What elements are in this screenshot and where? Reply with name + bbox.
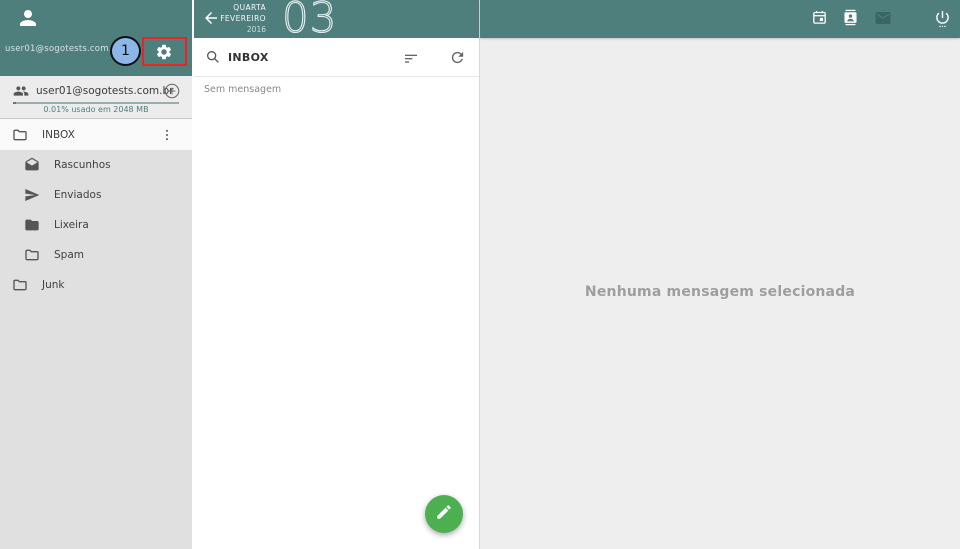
annotation-step-number: 1 bbox=[121, 43, 130, 59]
folder-outline-icon bbox=[24, 247, 40, 263]
viewer-toolbar bbox=[480, 0, 960, 38]
account-row[interactable]: user01@sogotests.com.br bbox=[0, 80, 192, 102]
folder-label: Spam bbox=[54, 249, 84, 261]
date-block: QUARTA FEVEREIRO 2016 bbox=[194, 3, 266, 34]
folder-outline-icon bbox=[12, 277, 28, 293]
sidebar-item-enviados[interactable]: Enviados bbox=[0, 180, 192, 210]
folder-outline-icon bbox=[12, 127, 28, 143]
contacts-icon[interactable] bbox=[842, 9, 861, 30]
date-weekday: QUARTA bbox=[194, 3, 266, 12]
sidebar-item-rascunhos[interactable]: Rascunhos bbox=[0, 150, 192, 180]
folder-filled-icon bbox=[24, 217, 40, 233]
viewer-empty-text: Nenhuma mensagem selecionada bbox=[480, 284, 960, 300]
annotation-highlight-rect bbox=[142, 37, 187, 66]
folder-label: Rascunhos bbox=[54, 159, 111, 171]
people-icon bbox=[13, 83, 29, 99]
refresh-icon[interactable] bbox=[449, 49, 466, 66]
power-icon[interactable] bbox=[934, 9, 953, 30]
person-icon bbox=[16, 6, 40, 30]
annotation-step-badge: 1 bbox=[110, 36, 141, 66]
drafts-icon bbox=[24, 157, 40, 173]
quota-usage-text: 0.01% usado em 2048 MB bbox=[0, 105, 192, 114]
sogo-mail-app: user01@sogotests.com.br 1 user01@sogotes… bbox=[0, 0, 960, 549]
send-icon bbox=[24, 187, 40, 203]
folder-label: Junk bbox=[42, 279, 65, 291]
account-email: user01@sogotests.com.br bbox=[36, 85, 173, 97]
message-list-empty-text: Sem mensagem bbox=[204, 84, 281, 95]
sort-icon[interactable] bbox=[403, 50, 419, 66]
message-viewer-panel: Nenhuma mensagem selecionada bbox=[480, 0, 960, 549]
calendar-icon[interactable] bbox=[811, 9, 830, 30]
date-month: FEVEREIRO bbox=[194, 14, 266, 23]
account-block: user01@sogotests.com.br 0.01% usado em 2… bbox=[0, 76, 192, 118]
mail-icon[interactable] bbox=[874, 9, 893, 30]
sidebar-item-spam[interactable]: Spam bbox=[0, 240, 192, 270]
folder-label: INBOX bbox=[42, 129, 75, 141]
folder-label: Enviados bbox=[54, 189, 101, 201]
mailbox-name-label: INBOX bbox=[228, 51, 269, 64]
mailbox-search-bar[interactable]: INBOX bbox=[194, 38, 479, 77]
quota-progress-bar bbox=[13, 102, 179, 104]
sidebar-item-inbox[interactable]: INBOX bbox=[0, 119, 192, 150]
message-list-column: QUARTA FEVEREIRO 2016 03 INBOX Sem mensa… bbox=[192, 0, 480, 549]
date-day-number: 03 bbox=[282, 0, 337, 40]
compose-button[interactable] bbox=[425, 495, 463, 533]
date-year: 2016 bbox=[194, 25, 266, 34]
sidebar-item-lixeira[interactable]: Lixeira bbox=[0, 210, 192, 240]
search-icon bbox=[205, 49, 221, 65]
kebab-menu-icon[interactable] bbox=[160, 127, 174, 143]
sidebar-account-header: user01@sogotests.com.br 1 bbox=[0, 0, 192, 76]
list-header: QUARTA FEVEREIRO 2016 03 bbox=[194, 0, 479, 38]
folder-label: Lixeira bbox=[54, 219, 89, 231]
sidebar: user01@sogotests.com.br 1 user01@sogotes… bbox=[0, 0, 192, 549]
compose-pencil-icon bbox=[435, 503, 453, 525]
folder-list: INBOX Rascunhos Enviados bbox=[0, 118, 192, 549]
sidebar-item-junk[interactable]: Junk bbox=[0, 270, 192, 300]
add-circle-icon[interactable] bbox=[163, 82, 181, 100]
